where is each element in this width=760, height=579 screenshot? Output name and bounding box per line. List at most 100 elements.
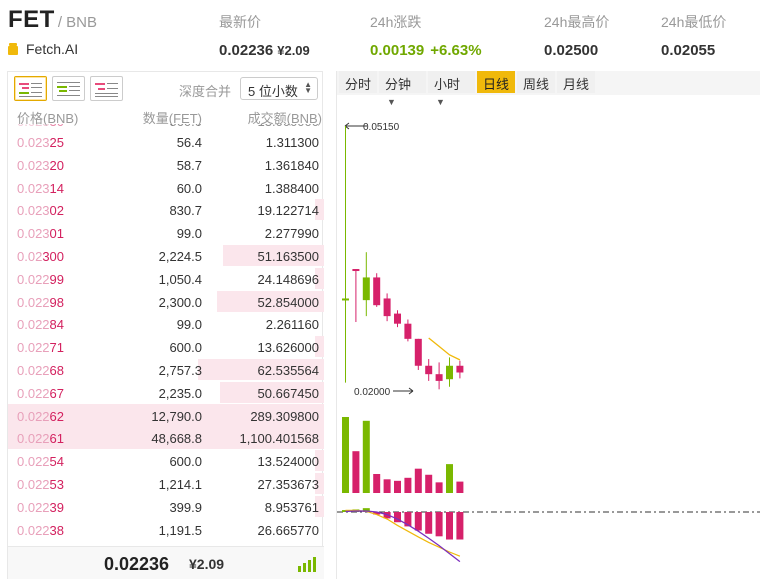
macd-histogram-bar bbox=[414, 512, 422, 531]
order-book-row[interactable]: 0.02254 600.0 13.524000 bbox=[8, 449, 324, 472]
order-qty: 2,235.0 bbox=[158, 385, 202, 401]
order-book-row[interactable]: 0.02284 99.0 2.261160 bbox=[8, 312, 324, 335]
order-total: 13.524000 bbox=[257, 454, 319, 470]
volume-bar bbox=[352, 451, 360, 493]
order-book-row[interactable]: 0.02300 2,224.5 51.163500 bbox=[8, 244, 324, 267]
volume-bar bbox=[446, 464, 453, 493]
order-total: 51.163500 bbox=[257, 249, 319, 264]
candle-body bbox=[362, 277, 370, 301]
order-qty: 60.0 bbox=[176, 180, 202, 196]
order-book-rows: 0.02330 560.0 13.000000 0.02325 56.4 1.311300… bbox=[8, 124, 324, 545]
stat-24h-change: 24h涨跌 0.00139 +6.63% bbox=[370, 12, 482, 59]
order-qty: 1,214.1 bbox=[158, 477, 202, 492]
order-total: 52.854000 bbox=[257, 294, 319, 310]
volume-bar bbox=[362, 420, 370, 493]
order-total: 1.388400 bbox=[264, 180, 319, 196]
order-total: 62.535564 bbox=[257, 363, 319, 378]
order-book-row[interactable]: 0.02253 1,214.1 27.353673 bbox=[8, 472, 324, 495]
order-qty: 560.0 bbox=[169, 124, 202, 129]
order-book-toolbar: 深度合并 5 位小数 ▲ ▼ bbox=[8, 72, 324, 106]
order-qty: 2,224.5 bbox=[158, 249, 202, 264]
order-book-row[interactable]: 0.02268 2,757.3 62.535564 bbox=[8, 358, 324, 381]
order-book-row[interactable]: 0.02239 399.9 8.953761 bbox=[8, 495, 324, 518]
order-total: 2.277990 bbox=[264, 226, 319, 242]
token-name-row: Fetch.AI bbox=[8, 41, 78, 57]
order-book-row[interactable]: 0.02325 56.4 1.311300 bbox=[8, 130, 324, 153]
low-label: 0.02000 bbox=[354, 387, 391, 398]
candle-body bbox=[342, 298, 349, 301]
stat-label: 24h最低价 bbox=[661, 14, 727, 30]
stat-24h-low: 24h最低价 0.02055 bbox=[661, 12, 726, 59]
order-total: 8.953761 bbox=[264, 499, 319, 515]
order-price: 0.02239 bbox=[17, 499, 65, 515]
depth-merge-label: 深度合并 bbox=[179, 84, 232, 99]
order-total: 289.309800 bbox=[250, 408, 319, 424]
order-book-row[interactable]: 0.02298 2,300.0 52.854000 bbox=[8, 290, 324, 313]
stat-label: 最新价 bbox=[219, 14, 261, 30]
updown-arrow-icon: ▲ ▼ bbox=[304, 80, 312, 95]
order-qty: 1,050.4 bbox=[158, 271, 202, 287]
order-book-row[interactable]: 0.02271 600.0 13.626000 bbox=[8, 335, 324, 358]
quote-asset: / BNB bbox=[57, 14, 98, 31]
view-asks-icon[interactable] bbox=[90, 76, 123, 101]
order-price: 0.02271 bbox=[17, 340, 65, 356]
order-book-row[interactable]: 0.02314 60.0 1.388400 bbox=[8, 176, 324, 199]
order-total: 1.361840 bbox=[264, 157, 319, 173]
tab-月线[interactable]: 月线 bbox=[557, 71, 595, 93]
tab-分时[interactable]: 分时 bbox=[339, 71, 377, 93]
order-book-row[interactable]: 0.02267 2,235.0 50.667450 bbox=[8, 381, 324, 404]
macd-line bbox=[345, 509, 461, 557]
order-book-row[interactable]: 0.02301 99.0 2.277990 bbox=[8, 221, 324, 244]
order-book-row[interactable]: 0.02302 830.7 19.122714 bbox=[8, 198, 324, 221]
order-price: 0.02261 bbox=[17, 431, 65, 447]
volume-bar bbox=[373, 474, 381, 493]
macd-histogram-bar bbox=[435, 512, 443, 537]
order-qty: 600.0 bbox=[169, 340, 202, 356]
order-price: 0.02330 bbox=[17, 124, 64, 129]
order-price: 0.02267 bbox=[17, 385, 65, 401]
candle-body bbox=[456, 365, 464, 373]
macd-histogram-bar bbox=[446, 512, 453, 540]
tab-分钟[interactable]: 分钟▼ bbox=[379, 71, 426, 107]
order-price: 0.02238 bbox=[17, 522, 65, 538]
stat-label: 24h最高价 bbox=[544, 14, 610, 30]
macd-histogram-bar bbox=[456, 512, 464, 540]
market-pair: FET / BNB bbox=[8, 6, 97, 34]
view-both-icon[interactable] bbox=[14, 76, 47, 101]
order-price: 0.02298 bbox=[17, 294, 65, 310]
order-qty: 830.7 bbox=[169, 203, 202, 219]
signal-bars-icon bbox=[298, 556, 320, 572]
candle-body bbox=[352, 269, 360, 272]
order-price: 0.02325 bbox=[17, 135, 65, 150]
tab-周线[interactable]: 周线 bbox=[517, 71, 555, 93]
ma-line bbox=[428, 337, 461, 361]
order-book-row[interactable]: 0.02262 12,790.0 289.309800 bbox=[8, 403, 324, 427]
depth-merge-select[interactable]: 5 位小数 ▲ ▼ bbox=[240, 77, 318, 100]
view-bids-icon[interactable] bbox=[52, 76, 85, 101]
order-book-row[interactable]: 0.02238 1,191.5 26.665770 bbox=[8, 518, 324, 541]
kline-chart[interactable]: 0.05150 0.02000 bbox=[337, 95, 760, 579]
macd-histogram-bar bbox=[425, 512, 433, 534]
order-book: 深度合并 5 位小数 ▲ ▼ 价格(BNB) 数量(FET) 成交额(BNB) 0… bbox=[7, 71, 324, 579]
tab-日线[interactable]: 日线 bbox=[477, 71, 515, 93]
order-book-row[interactable]: 0.02299 1,050.4 24.148696 bbox=[8, 267, 324, 290]
last-price-fiat: ¥2.09 bbox=[189, 556, 225, 572]
candle-body bbox=[394, 313, 401, 324]
volume-bar bbox=[383, 479, 391, 493]
tab-小时[interactable]: 小时▼ bbox=[428, 71, 475, 107]
order-book-footer: 0.02236 ¥2.09 bbox=[8, 546, 324, 579]
order-total: 2.261160 bbox=[265, 317, 319, 333]
stat-value: 0.02055 bbox=[661, 42, 716, 59]
volume-bar bbox=[425, 474, 433, 493]
candle-body bbox=[414, 338, 422, 366]
kline-chart-panel: 分时 分钟▼ 小时▼ 日线 周线 月线 0.05150 0.02000 bbox=[336, 71, 760, 579]
last-price: 0.02236 bbox=[104, 554, 170, 574]
volume-bar bbox=[404, 477, 412, 493]
candle-body bbox=[404, 323, 412, 339]
order-book-row[interactable]: 0.02320 58.7 1.361840 bbox=[8, 153, 324, 176]
token-name[interactable]: Fetch.AI bbox=[26, 41, 78, 57]
volume-bar bbox=[394, 480, 401, 493]
order-book-row[interactable]: 0.02261 48,668.8 1,100.401568 bbox=[8, 426, 324, 450]
candle-body bbox=[425, 365, 433, 375]
order-qty: 2,757.3 bbox=[158, 363, 202, 378]
